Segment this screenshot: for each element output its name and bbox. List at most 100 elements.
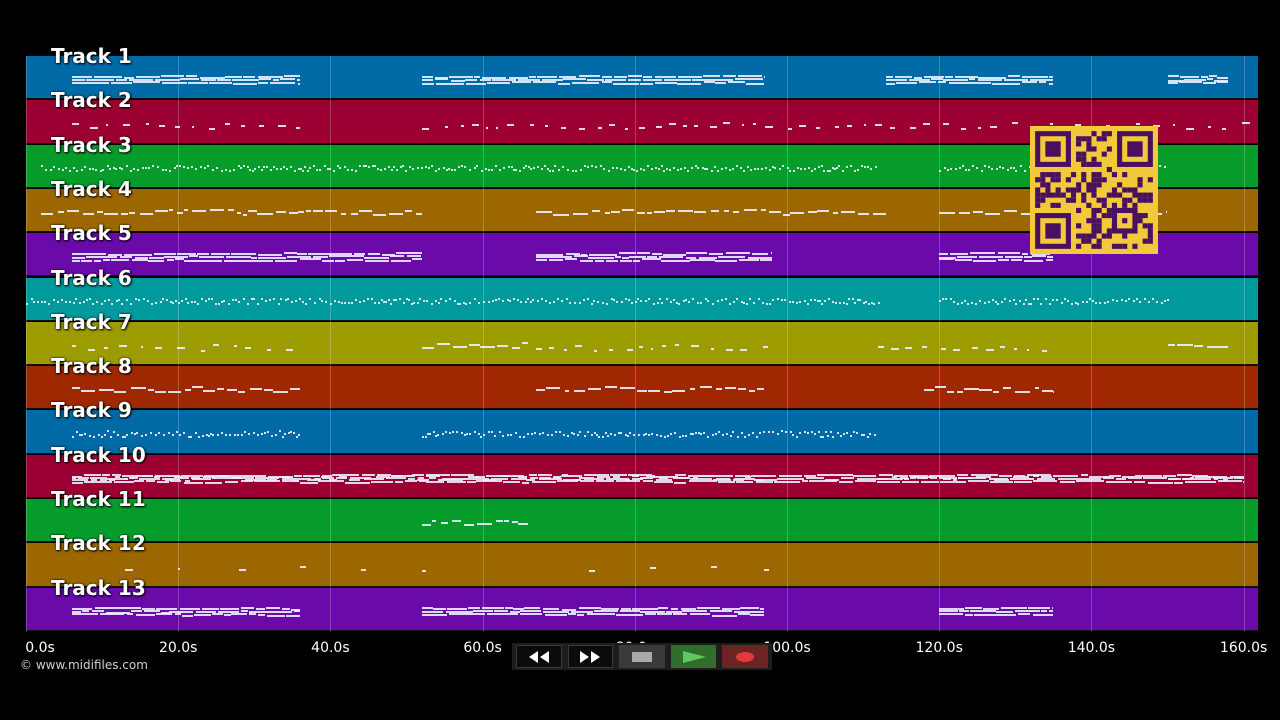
midi-note [350,302,353,305]
midi-note [732,167,735,170]
midi-note [640,300,643,303]
play-button[interactable] [670,645,717,668]
midi-note [510,477,527,480]
midi-note [228,302,231,305]
midi-note [699,386,713,389]
midi-note [163,433,166,436]
midi-note [753,168,756,170]
midi-note [615,166,618,169]
midi-note [333,299,336,302]
midi-note [670,607,678,610]
fast-forward-button[interactable] [567,645,614,668]
midi-note [341,213,346,216]
midi-note [574,301,577,304]
midi-note [246,302,249,305]
midi-note [166,299,169,302]
midi-note [970,252,996,255]
midi-note [557,298,560,301]
midi-note [930,78,943,81]
midi-note [513,297,516,300]
midi-note [638,127,646,130]
midi-note [199,255,225,258]
midi-note [789,300,792,303]
midi-note [589,569,595,572]
midi-note [792,433,795,436]
midi-note [159,125,165,128]
midi-note [992,82,1021,85]
midi-note [123,436,126,439]
midi-note [146,479,156,482]
midi-note [553,476,561,479]
midi-note [30,297,33,300]
midi-note [957,473,968,476]
midi-note [236,212,241,215]
midi-note [725,432,728,435]
midi-note [601,435,604,438]
midi-note [45,169,48,172]
midi-note [494,434,497,437]
midi-note [57,168,60,171]
midi-note [510,434,513,437]
midi-note [563,78,587,81]
midi-note [746,165,749,168]
time-tick-label: 0.0s [25,640,55,656]
midi-note [508,299,511,302]
midi-note [92,302,95,305]
midi-note [138,299,141,302]
stop-button[interactable] [619,645,665,668]
midi-note [575,170,578,173]
midi-note [223,614,231,617]
midi-note [502,481,521,484]
midi-note [106,255,118,258]
midi-note [806,431,809,434]
midi-note [456,430,459,433]
midi-note [147,299,150,302]
midi-note [529,301,532,304]
midi-note [86,298,89,301]
midi-note [954,167,957,170]
midi-note [964,81,991,84]
midi-note [864,165,867,168]
midi-note [578,301,581,304]
midi-note [75,169,78,172]
midi-note [89,298,92,301]
midi-note [343,165,346,168]
midi-note [183,166,185,169]
midi-note [654,210,666,213]
midi-note [703,81,715,84]
midi-note [857,213,869,216]
midi-note [533,81,556,84]
midi-note [143,297,146,300]
midi-note [445,431,448,434]
midi-note [476,165,479,168]
midi-note [90,127,98,130]
midi-note [232,78,259,81]
midi-note [71,259,81,262]
midi-note [296,436,299,439]
rewind-button[interactable] [516,645,562,668]
midi-note [352,255,364,258]
midi-note [370,297,373,300]
midi-note [313,209,323,212]
midi-note [551,169,554,172]
midi-note [41,165,44,168]
midi-note [260,168,263,171]
midi-note [250,388,263,391]
midi-note [619,386,635,389]
midi-note [827,435,830,438]
midi-note [1185,127,1194,130]
midi-note [395,252,422,255]
midi-note [873,303,876,306]
midi-note [650,566,656,569]
midi-note [430,303,433,306]
record-button[interactable] [722,645,768,668]
midi-note [355,169,358,172]
midi-note [565,258,578,261]
midi-note [179,78,199,81]
midi-note [124,477,129,480]
midi-note [467,475,480,478]
midi-note [1044,297,1047,300]
midi-note [572,212,589,215]
midi-note [609,432,612,435]
midi-note [846,166,849,169]
